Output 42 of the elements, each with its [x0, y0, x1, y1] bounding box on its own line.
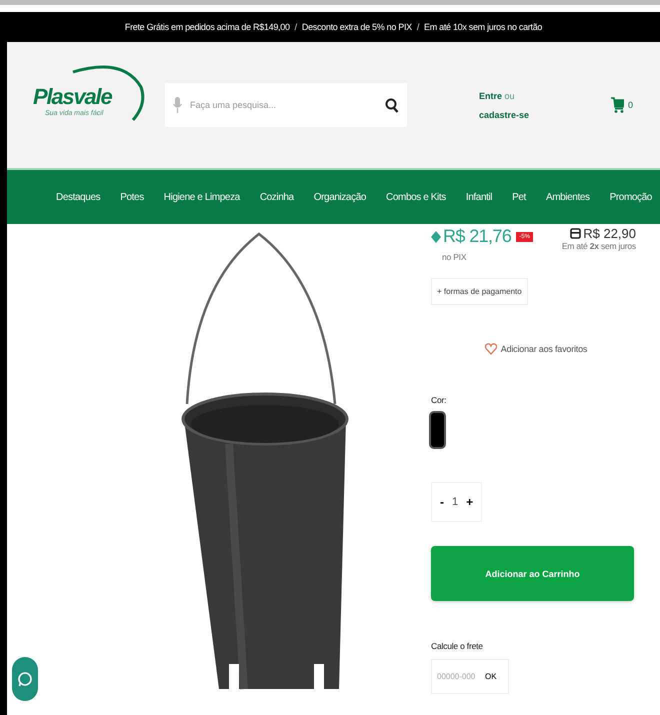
announcement-text: Frete Grátis em pedidos acima de R$149,00	[124, 22, 290, 32]
nav-link[interactable]: Higiene e Limpeza	[164, 192, 240, 202]
pix-price: R$ 21,76	[443, 226, 512, 247]
register-link[interactable]: cadastre-se	[479, 110, 530, 120]
separator-text: /	[416, 22, 420, 32]
nav-link[interactable]: Cozinha	[260, 192, 294, 202]
pix-icon	[431, 230, 441, 242]
nav-link[interactable]: Infantil	[466, 192, 492, 202]
login-link[interactable]: Entre	[479, 90, 502, 100]
pix-label: no PIX	[442, 252, 468, 262]
add-to-favorites-link[interactable]: Adicionar aos favoritos	[500, 344, 588, 354]
cart-icon[interactable]	[611, 97, 624, 113]
nav-link[interactable]: Pet	[512, 192, 526, 202]
search-field[interactable]: Faça uma pesquisa...	[188, 99, 379, 111]
chat-icon[interactable]	[17, 671, 33, 687]
whatsapp-button[interactable]	[12, 657, 38, 701]
nav-link[interactable]: Ambientes	[546, 192, 590, 202]
color-swatch[interactable]	[431, 413, 444, 447]
cart-count: 0	[628, 100, 634, 110]
announcement-text: Desconto extra de 5% no PIX	[302, 22, 412, 32]
increase-button[interactable]: +	[466, 495, 474, 509]
card-price: R$ 22,90	[583, 226, 636, 241]
card-icon	[570, 228, 582, 239]
ok-button[interactable]: OK	[485, 672, 497, 681]
add-to-cart-button[interactable]: Adicionar ao Carrinho	[431, 546, 634, 601]
decrease-button[interactable]: -	[440, 495, 444, 509]
quantity-value: 1	[452, 496, 458, 508]
nav-link[interactable]: Promoção	[610, 192, 652, 202]
announcement-text: Em até 10x sem juros no cartão	[424, 22, 542, 32]
search-icon[interactable]	[385, 98, 399, 112]
installments-text: Em até 2x sem juros	[562, 241, 636, 251]
nav-link[interactable]: Organização	[314, 192, 366, 202]
payment-methods-button[interactable]: + formas de pagamento	[431, 278, 528, 305]
nav-link[interactable]: Potes	[120, 192, 144, 202]
separator-text: /	[294, 22, 297, 32]
nav-link[interactable]: Combos e Kits	[386, 192, 446, 202]
heart-icon[interactable]	[484, 343, 497, 355]
shipping-label: Calcule o frete	[431, 641, 483, 651]
color-label: Cor:	[431, 395, 446, 405]
or-text: ou	[504, 90, 515, 100]
nav-link[interactable]: Destaques	[56, 192, 100, 202]
logo-text[interactable]: Plasvale	[33, 84, 112, 110]
